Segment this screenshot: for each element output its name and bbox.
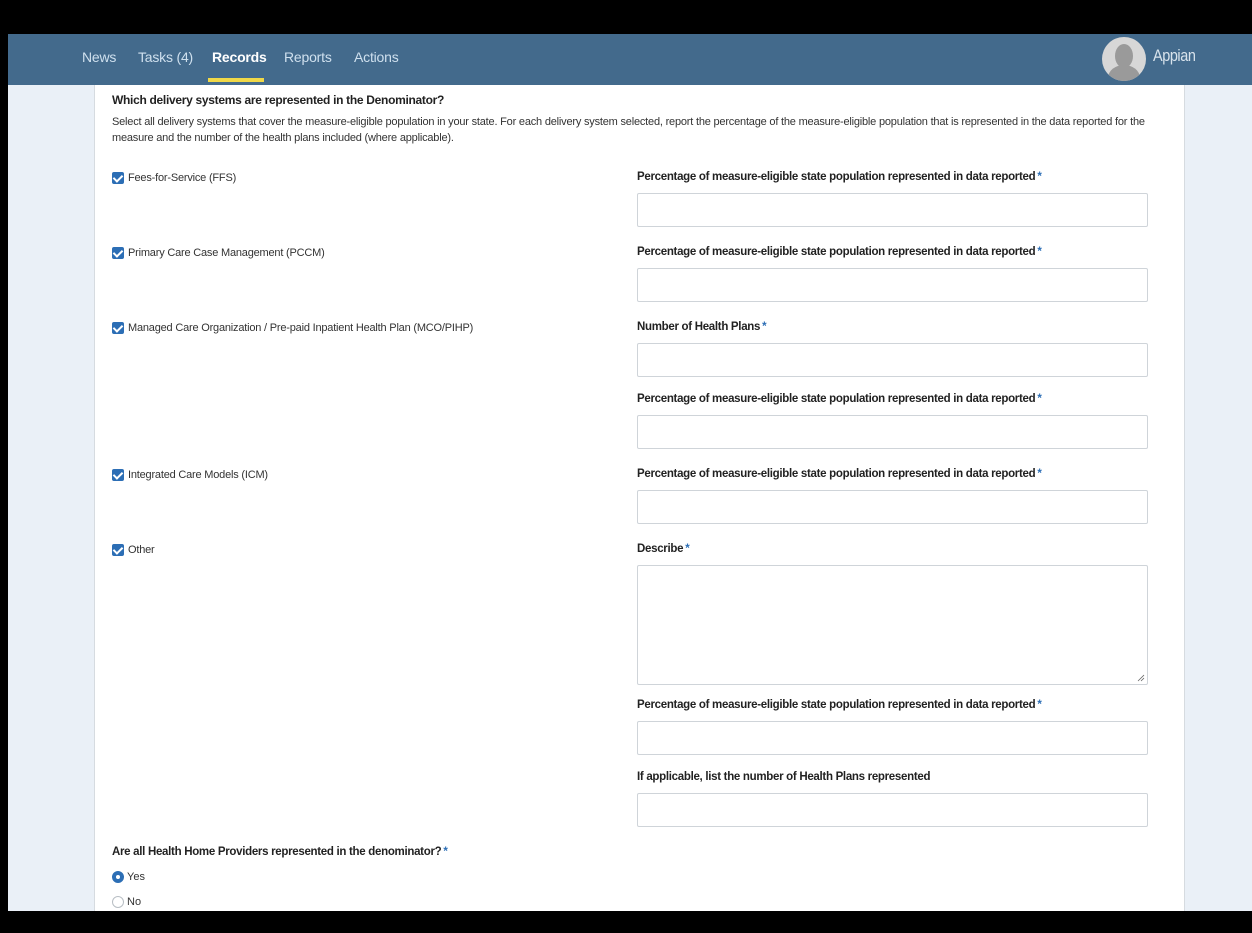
bottom-black-bar [0,911,1252,933]
required-marker: * [1037,393,1042,405]
checkbox-label: Managed Care Organization / Pre-paid Inp… [128,322,474,334]
other-percentage-input[interactable] [637,721,1148,755]
mco-percentage-label: Percentage of measure-eligible state pop… [637,393,1042,405]
required-marker: * [1037,171,1042,183]
other-applicable-plans-label: If applicable, list the number of Health… [637,771,931,783]
ffs-percentage-label: Percentage of measure-eligible state pop… [637,171,1042,183]
navigation-bar: News Tasks (4) Records Reports Actions A… [8,34,1252,85]
other-describe-label: Describe * [637,543,690,555]
field-label-text: Describe [637,543,684,555]
pccm-percentage-label: Percentage of measure-eligible state pop… [637,246,1042,258]
checkbox-other[interactable]: Other [112,542,155,558]
icm-percentage-label: Percentage of measure-eligible state pop… [637,468,1042,480]
required-marker: * [685,543,690,555]
radio-yes[interactable]: Yes [112,869,145,885]
required-marker: * [1037,699,1042,711]
required-marker: * [1037,246,1042,258]
checkbox-checked-icon [112,322,124,334]
tab-tasks[interactable]: Tasks (4) [138,49,193,65]
tab-news[interactable]: News [82,49,116,65]
tab-records[interactable]: Records [212,49,267,65]
required-marker: * [1037,468,1042,480]
radio-unselected-icon [112,896,124,908]
screen: News Tasks (4) Records Reports Actions A… [0,0,1252,933]
top-black-bar [0,0,1252,34]
checkbox-checked-icon [112,247,124,259]
field-label-text: Percentage of measure-eligible state pop… [637,171,1036,183]
required-marker: * [443,846,448,858]
avatar-body-icon [1108,65,1140,81]
checkbox-label: Fees-for-Service (FFS) [128,172,237,184]
field-label-text: Percentage of measure-eligible state pop… [637,699,1036,711]
checkbox-icm[interactable]: Integrated Care Models (ICM) [112,467,268,483]
checkbox-checked-icon [112,469,124,481]
tab-reports[interactable]: Reports [284,49,332,65]
field-label-text: Number of Health Plans [637,321,761,333]
other-percentage-label: Percentage of measure-eligible state pop… [637,699,1042,711]
required-marker: * [762,321,767,333]
checkbox-checked-icon [112,172,124,184]
question-text: Are all Health Home Providers represente… [112,846,442,858]
other-describe-textarea[interactable] [637,565,1148,685]
tab-actions[interactable]: Actions [354,49,399,65]
radio-label: Yes [127,871,145,883]
radio-label: No [127,896,142,908]
radio-selected-icon [112,871,124,883]
providers-question: Are all Health Home Providers represente… [112,846,448,858]
ffs-percentage-input[interactable] [637,193,1148,227]
icm-percentage-input[interactable] [637,490,1148,524]
pccm-percentage-input[interactable] [637,268,1148,302]
mco-num-plans-input[interactable] [637,343,1148,377]
checkbox-checked-icon [112,544,124,556]
checkbox-label: Primary Care Case Management (PCCM) [128,247,325,259]
checkbox-label: Other [128,544,155,556]
checkbox-pccm[interactable]: Primary Care Case Management (PCCM) [112,245,325,261]
resize-handle-icon[interactable] [1137,674,1145,682]
checkbox-label: Integrated Care Models (ICM) [128,469,268,481]
radio-no[interactable]: No [112,894,141,910]
brand-logo: Appian [1153,46,1196,65]
mco-percentage-input[interactable] [637,415,1148,449]
other-applicable-plans-input[interactable] [637,793,1148,827]
field-label-text: Percentage of measure-eligible state pop… [637,393,1036,405]
mco-num-plans-label: Number of Health Plans * [637,321,767,333]
user-avatar[interactable] [1102,37,1146,81]
delivery-systems-question: Which delivery systems are represented i… [112,93,445,107]
delivery-systems-instructions: Select all delivery systems that cover t… [112,116,1145,144]
field-label-text: Percentage of measure-eligible state pop… [637,246,1036,258]
active-tab-indicator [208,78,264,82]
checkbox-mco-pihp[interactable]: Managed Care Organization / Pre-paid Inp… [112,320,473,336]
checkbox-ffs[interactable]: Fees-for-Service (FFS) [112,170,236,186]
field-label-text: Percentage of measure-eligible state pop… [637,468,1036,480]
